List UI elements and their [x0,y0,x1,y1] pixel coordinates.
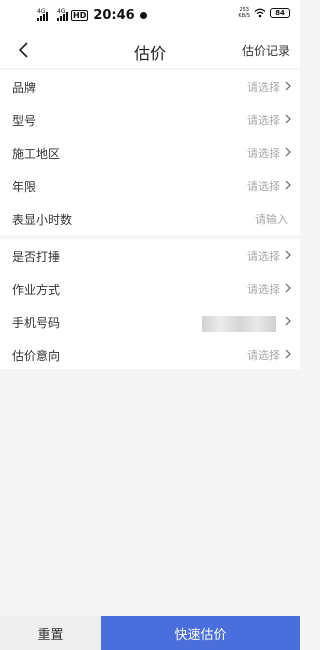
work-mode-row[interactable]: 作业方式 请选择 [0,272,300,305]
battery-icon: 84 [270,8,290,18]
work-mode-select[interactable]: 请选择 [247,281,280,297]
form-section-vehicle: 品牌 请选择 型号 请选择 施工地区 请选择 年限 请选择 表显小时数 请输入 [0,70,300,235]
status-time: 20:46 [93,8,135,23]
hours-row: 表显小时数 请输入 [0,202,300,235]
brand-label: 品牌 [12,81,37,95]
model-row[interactable]: 型号 请选择 [0,103,300,136]
model-label: 型号 [12,114,37,128]
years-select[interactable]: 请选择 [247,178,280,194]
breaker-row[interactable]: 是否打捶 请选择 [0,239,300,272]
notification-icon [139,12,147,19]
chevron-right-icon [285,316,291,326]
network-speed: 253 KB/S [238,7,250,19]
quick-valuation-button[interactable]: 快速估价 [101,616,300,650]
wifi-icon [254,8,266,18]
brand-row[interactable]: 品牌 请选择 [0,70,300,103]
model-select[interactable]: 请选择 [247,112,280,128]
signal-icon-2: 4G [57,8,68,21]
phone-row[interactable]: 手机号码 [0,305,300,338]
region-label: 施工地区 [12,147,61,161]
hours-input[interactable]: 请输入 [255,211,288,227]
chevron-right-icon [285,250,291,260]
breaker-select[interactable]: 请选择 [247,248,280,264]
chevron-right-icon [285,114,291,124]
years-label: 年限 [12,180,37,194]
bottom-action-bar: 重置 快速估价 [0,616,300,650]
speed-unit: KB/S [238,13,250,19]
chevron-right-icon [285,81,291,91]
intent-label: 估价意向 [12,349,61,363]
status-bar: 4G 4G HD 20:46 253 KB/S 84 [0,0,300,32]
chevron-right-icon [285,180,291,190]
reset-button[interactable]: 重置 [0,616,101,650]
region-select[interactable]: 请选择 [247,145,280,161]
chevron-right-icon [285,349,291,359]
hd-badge: HD [71,10,89,21]
intent-row[interactable]: 估价意向 请选择 [0,338,300,371]
valuation-history-link[interactable]: 估价记录 [242,42,290,59]
form-section-usage: 是否打捶 请选择 作业方式 请选择 手机号码 估价意向 请选择 [0,239,300,369]
intent-select[interactable]: 请选择 [247,347,280,363]
header: 估价 估价记录 [0,32,300,68]
signal-icon: 4G [37,8,48,21]
brand-select[interactable]: 请选择 [247,79,280,95]
work-mode-label: 作业方式 [12,283,61,297]
chevron-right-icon [285,283,291,293]
years-row[interactable]: 年限 请选择 [0,169,300,202]
phone-value-redacted[interactable] [202,316,276,332]
phone-label: 手机号码 [12,316,61,330]
chevron-right-icon [285,147,291,157]
breaker-label: 是否打捶 [12,250,61,264]
hours-label: 表显小时数 [12,213,73,227]
region-row[interactable]: 施工地区 请选择 [0,136,300,169]
